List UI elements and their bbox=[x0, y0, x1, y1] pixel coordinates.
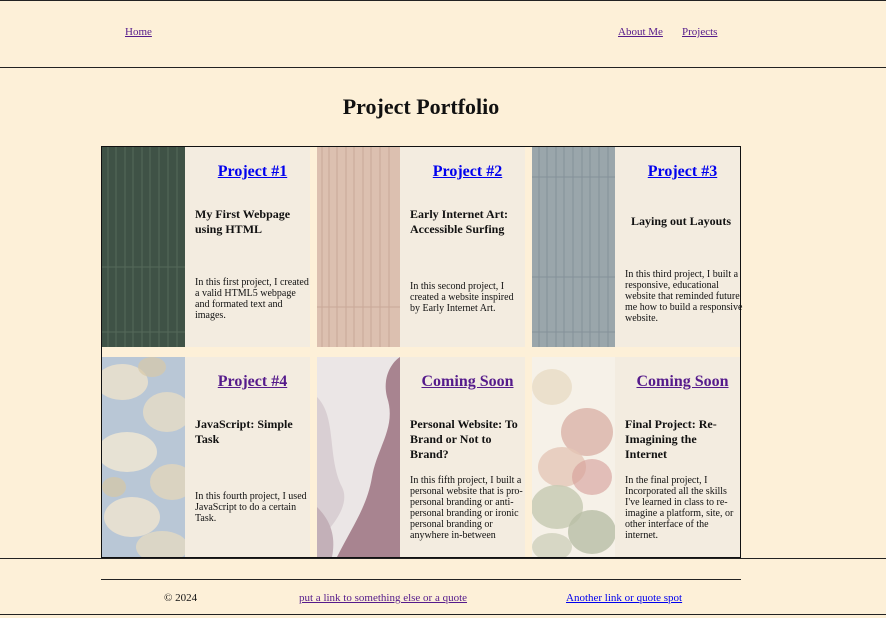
project-card-body: Project #4 JavaScript: Simple Task In th… bbox=[185, 357, 310, 557]
project-title-link[interactable]: Project #2 bbox=[400, 163, 535, 181]
project-title-link[interactable]: Coming Soon bbox=[400, 373, 535, 391]
footer-divider bbox=[101, 579, 741, 580]
project-card-body: Coming Soon Personal Website: To Brand o… bbox=[400, 357, 525, 557]
project-description: In this fourth project, I used JavaScrip… bbox=[195, 491, 307, 524]
project-description: In this third project, I built a respons… bbox=[625, 269, 743, 324]
project-thumbnail bbox=[102, 147, 185, 347]
project-description: In the final project, I Incorporated all… bbox=[625, 475, 734, 541]
page-title: Project Portfolio bbox=[342, 94, 500, 119]
project-subtitle: My First Webpage using HTML bbox=[195, 207, 291, 236]
project-title-link[interactable]: Project #3 bbox=[615, 163, 750, 181]
nav-projects-link[interactable]: Projects bbox=[682, 26, 717, 38]
project-title-link[interactable]: Project #4 bbox=[185, 373, 320, 391]
footer bbox=[0, 558, 886, 615]
project-card: Project #1 My First Webpage using HTML I… bbox=[102, 147, 310, 347]
project-card-body: Project #2 Early Internet Art: Accessibl… bbox=[400, 147, 525, 347]
footer-link-quote[interactable]: put a link to something else or a quote bbox=[299, 592, 467, 604]
project-subtitle: Laying out Layouts bbox=[630, 214, 732, 228]
project-card-body: Project #3 Laying out Layouts In this th… bbox=[615, 147, 743, 347]
project-card: Project #2 Early Internet Art: Accessibl… bbox=[317, 147, 525, 347]
footer-copyright: © 2024 bbox=[164, 592, 198, 604]
project-subtitle: JavaScript: Simple Task bbox=[195, 417, 293, 446]
project-card: Project #4 JavaScript: Simple Task In th… bbox=[102, 357, 310, 557]
project-description: In this fifth project, I built a persona… bbox=[410, 475, 523, 541]
project-thumbnail bbox=[102, 357, 185, 557]
project-subtitle: Final Project: Re-Imagining the Internet bbox=[625, 417, 717, 461]
project-subtitle: Early Internet Art: Accessible Surfing bbox=[410, 207, 508, 236]
project-card-body: Coming Soon Final Project: Re-Imagining … bbox=[615, 357, 740, 557]
project-description: In this second project, I created a webs… bbox=[410, 281, 514, 314]
footer-link-another[interactable]: Another link or quote spot bbox=[566, 592, 682, 604]
project-title-link[interactable]: Project #1 bbox=[185, 163, 320, 181]
project-card: Coming Soon Final Project: Re-Imagining … bbox=[532, 357, 740, 557]
nav-about-link[interactable]: About Me bbox=[618, 26, 663, 38]
project-thumbnail bbox=[317, 147, 400, 347]
project-card-body: Project #1 My First Webpage using HTML I… bbox=[185, 147, 310, 347]
project-subtitle: Personal Website: To Brand or Not to Bra… bbox=[410, 417, 518, 461]
nav-home-link[interactable]: Home bbox=[125, 26, 152, 38]
project-thumbnail bbox=[532, 357, 615, 557]
project-description: In this first project, I created a valid… bbox=[195, 277, 309, 321]
top-navigation: Home About Me Projects bbox=[0, 0, 886, 68]
project-grid: Project #1 My First Webpage using HTML I… bbox=[101, 146, 743, 558]
project-card: Coming Soon Personal Website: To Brand o… bbox=[317, 357, 525, 557]
project-thumbnail bbox=[532, 147, 615, 347]
project-card: Project #3 Laying out Layouts In this th… bbox=[532, 147, 743, 347]
project-thumbnail bbox=[317, 357, 400, 557]
project-title-link[interactable]: Coming Soon bbox=[615, 373, 750, 391]
